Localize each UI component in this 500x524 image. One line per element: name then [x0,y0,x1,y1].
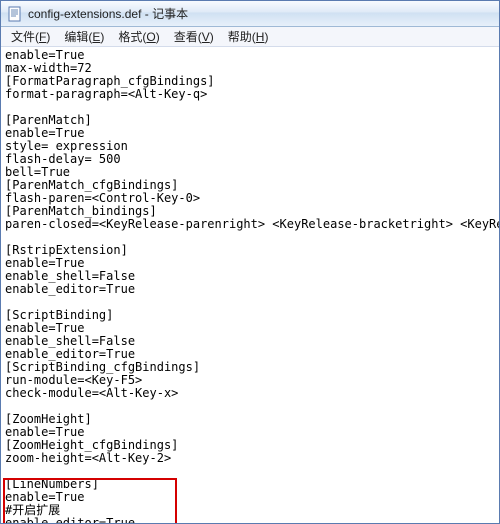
menu-file[interactable]: 文件(F) [5,27,56,46]
menu-view[interactable]: 查看(V) [168,27,220,46]
editor-line: enable=True [5,491,495,504]
text-editor[interactable]: enable=Truemax-width=72[FormatParagraph_… [1,47,499,523]
editor-line: check-module=<Alt-Key-x> [5,387,495,400]
window-title: config-extensions.def - 记事本 [28,5,188,22]
menu-help[interactable]: 帮助(H) [222,27,275,46]
notepad-icon [7,6,23,22]
menu-edit[interactable]: 编辑(E) [58,27,110,46]
editor-line: paren-closed=<KeyRelease-parenright> <Ke… [5,218,495,231]
editor-line: zoom-height=<Alt-Key-2> [5,452,495,465]
titlebar[interactable]: config-extensions.def - 记事本 [1,1,499,27]
menubar: 文件(F) 编辑(E) 格式(O) 查看(V) 帮助(H) [1,27,499,47]
editor-line: enable_editor=True [5,517,495,523]
menu-format[interactable]: 格式(O) [112,27,165,46]
notepad-window: config-extensions.def - 记事本 文件(F) 编辑(E) … [0,0,500,524]
editor-line: enable_editor=True [5,283,495,296]
editor-line: format-paragraph=<Alt-Key-q> [5,88,495,101]
editor-line: flash-delay= 500 [5,153,495,166]
